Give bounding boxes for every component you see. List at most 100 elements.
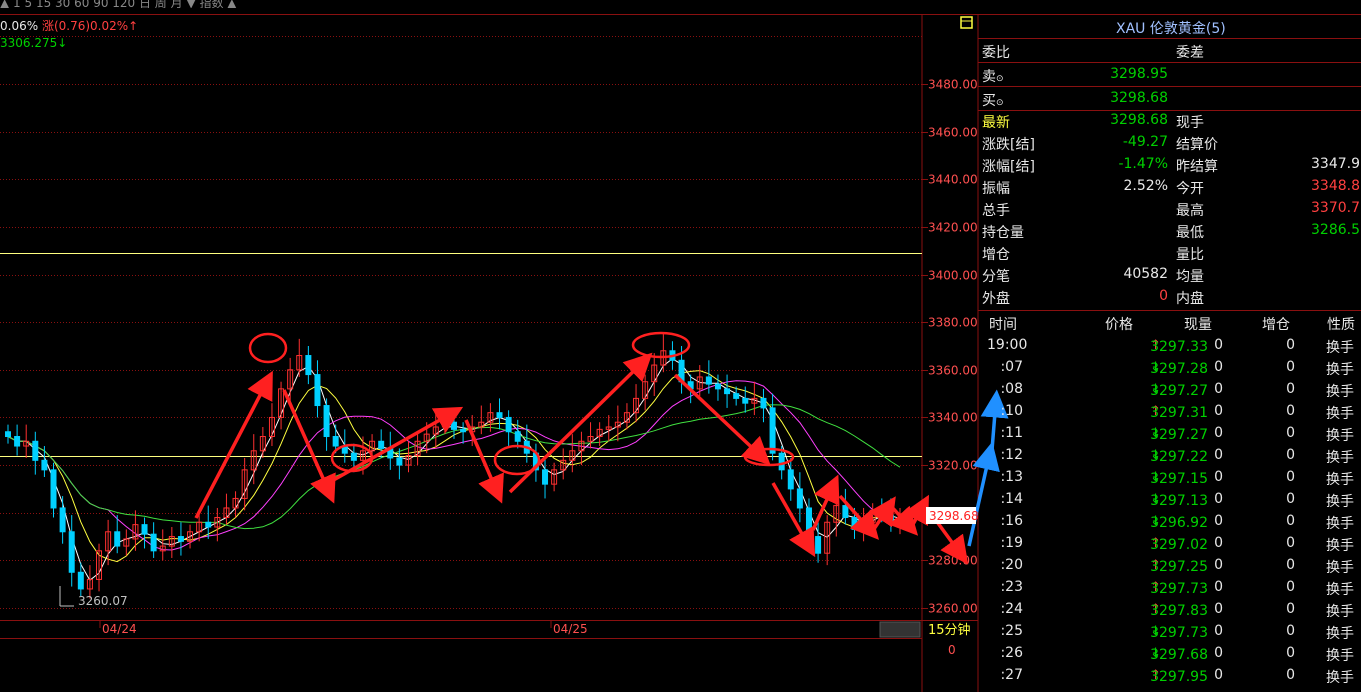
tick-volume: 0: [1214, 667, 1223, 683]
ticks-header-volume: 现量: [1184, 317, 1212, 333]
annotation-circle: [248, 332, 288, 364]
candle-body: [778, 452, 785, 471]
stat-label: 结算价: [1176, 137, 1218, 153]
stat-value: -1.47%: [1118, 156, 1168, 172]
y-tick-label: 3340.00: [928, 411, 978, 425]
tick-nature: 换手: [1326, 582, 1354, 598]
quote-title: XAU 伦敦黄金(5): [1116, 21, 1226, 37]
tick-row[interactable]: :20 3297.25 ↑ 0 0 换手: [981, 555, 1361, 577]
tick-nature: 换手: [1326, 516, 1354, 532]
tick-price-cell: 3297.73 ↑: [1061, 579, 1208, 597]
candle-body: [141, 524, 148, 535]
candle-body: [332, 436, 339, 447]
tick-nature: 换手: [1326, 362, 1354, 378]
tick-row[interactable]: :27 3297.95 ↑ 0 0 换手: [981, 665, 1361, 687]
tick-row[interactable]: :10 3297.31 ↑ 0 0 换手: [981, 401, 1361, 423]
tick-row[interactable]: :19 3297.02 ↑ 0 0 换手: [981, 533, 1361, 555]
tick-volume: 0: [1214, 535, 1223, 551]
tick-oi: 0: [1286, 579, 1295, 595]
tick-row[interactable]: 19:00 3297.33 ↑ 0 0 换手: [981, 335, 1361, 357]
candle-body: [714, 383, 721, 390]
tick-nature: 换手: [1326, 538, 1354, 554]
candle-body: [378, 440, 385, 449]
stat-value: 0: [1159, 288, 1168, 304]
tick-price-cell: 3297.02 ↑: [1061, 535, 1208, 553]
stat-label: 总手: [982, 203, 1010, 219]
tick-row[interactable]: :08 3297.27 ↓ 0 0 换手: [981, 379, 1361, 401]
info-icon: ⊙: [996, 98, 1004, 108]
y-tick-label: 3380.00: [928, 316, 978, 330]
tick-oi: 0: [1286, 645, 1295, 661]
annotation-arrow: [811, 474, 840, 531]
tick-volume: 0: [1214, 469, 1223, 485]
tick-row[interactable]: :14 3297.13 ↓ 0 0 换手: [981, 489, 1361, 511]
y-tick-label: 3420.00: [928, 221, 978, 235]
change-label: 涨(0.76)0.02%↑: [41, 19, 139, 33]
tick-volume: 0: [1214, 557, 1223, 573]
buy-row: 买⊙: [982, 90, 1004, 110]
candle-body: [68, 531, 75, 573]
ratio-label: 委比: [982, 45, 1010, 61]
candle-body: [350, 452, 357, 461]
y-tick-label: 3400.00: [928, 269, 978, 283]
period-label[interactable]: 15分钟: [928, 622, 971, 638]
volume-zero-label: 0: [948, 643, 956, 657]
candle-body: [705, 376, 712, 385]
candle-body: [733, 393, 740, 399]
tick-row[interactable]: :11 3297.27 ↓ 0 0 换手: [981, 423, 1361, 445]
tick-row[interactable]: :12 3297.22 ↓ 0 0 换手: [981, 445, 1361, 467]
sell-row: 卖⊙: [982, 66, 1004, 86]
y-tick-label: 3440.00: [928, 173, 978, 187]
tick-oi: 0: [1286, 491, 1295, 507]
y-axis-ticks: 3480.00 3460.00 3440.00 3420.00 3400.00 3380.…: [922, 78, 978, 616]
candle-body: [742, 397, 749, 404]
tick-nature: 换手: [1326, 670, 1354, 686]
tick-price-cell: 3297.33 ↑: [1061, 337, 1208, 355]
tick-time: :07: [1000, 359, 1023, 375]
tick-time: 19:00: [987, 337, 1028, 353]
tick-oi: 0: [1286, 623, 1295, 639]
ma-value-label: 3306.275↓: [0, 36, 68, 50]
tick-nature: 换手: [1326, 560, 1354, 576]
tick-row[interactable]: :13 3297.15 ↓ 0 0 换手: [981, 467, 1361, 489]
stat-value: 2.52%: [1123, 178, 1168, 194]
stat-label: 持仓量: [982, 225, 1024, 241]
candle-body: [451, 421, 457, 430]
tick-nature: 换手: [1326, 648, 1354, 664]
tick-nature: 换手: [1326, 604, 1354, 620]
stat-value: -49.27: [1122, 134, 1168, 150]
candle-body: [496, 412, 503, 418]
tick-time: :20: [1000, 557, 1023, 573]
tick-row[interactable]: :07 3297.28 ↓ 0 0 换手: [981, 357, 1361, 379]
tick-time: :26: [1000, 645, 1023, 661]
tick-oi: 0: [1286, 447, 1295, 463]
tick-time: :10: [1000, 403, 1023, 419]
chart-header: 0.06% 涨(0.76)0.02%↑: [0, 17, 138, 34]
chart-scrollbar-thumb[interactable]: [879, 621, 921, 638]
stat-label: 均量: [1176, 269, 1204, 285]
stat-label: 量比: [1176, 247, 1204, 263]
candle-body: [59, 507, 66, 533]
layout-toggle-icon[interactable]: [960, 16, 973, 29]
annotation-arrow: [771, 482, 816, 558]
tick-nature: 换手: [1326, 384, 1354, 400]
tick-price-cell: 3296.92 ↓: [1061, 513, 1208, 531]
tick-row[interactable]: :23 3297.73 ↑ 0 0 换手: [981, 577, 1361, 599]
tick-row[interactable]: :25 3297.73 ↓ 0 0 换手: [981, 621, 1361, 643]
tick-volume: 0: [1214, 425, 1223, 441]
tick-nature: 换手: [1326, 406, 1354, 422]
stat-value: 3347.9: [1311, 156, 1360, 172]
tick-time: :08: [1000, 381, 1023, 397]
tick-nature: 换手: [1326, 428, 1354, 444]
candle-body: [815, 536, 822, 554]
candle-body: [323, 405, 330, 438]
tick-row[interactable]: :26 3297.68 ↓ 0 0 换手: [981, 643, 1361, 665]
tick-oi: 0: [1286, 513, 1295, 529]
candle-body: [205, 521, 212, 528]
tick-row[interactable]: :24 3297.83 ↑ 0 0 换手: [981, 599, 1361, 621]
tick-oi: 0: [1286, 469, 1295, 485]
annotation-arrow: [508, 352, 653, 494]
stat-label: 涨跌[结]: [982, 137, 1035, 153]
tick-row[interactable]: :16 3296.92 ↓ 0 0 换手: [981, 511, 1361, 533]
sell-label: 卖: [982, 69, 996, 85]
